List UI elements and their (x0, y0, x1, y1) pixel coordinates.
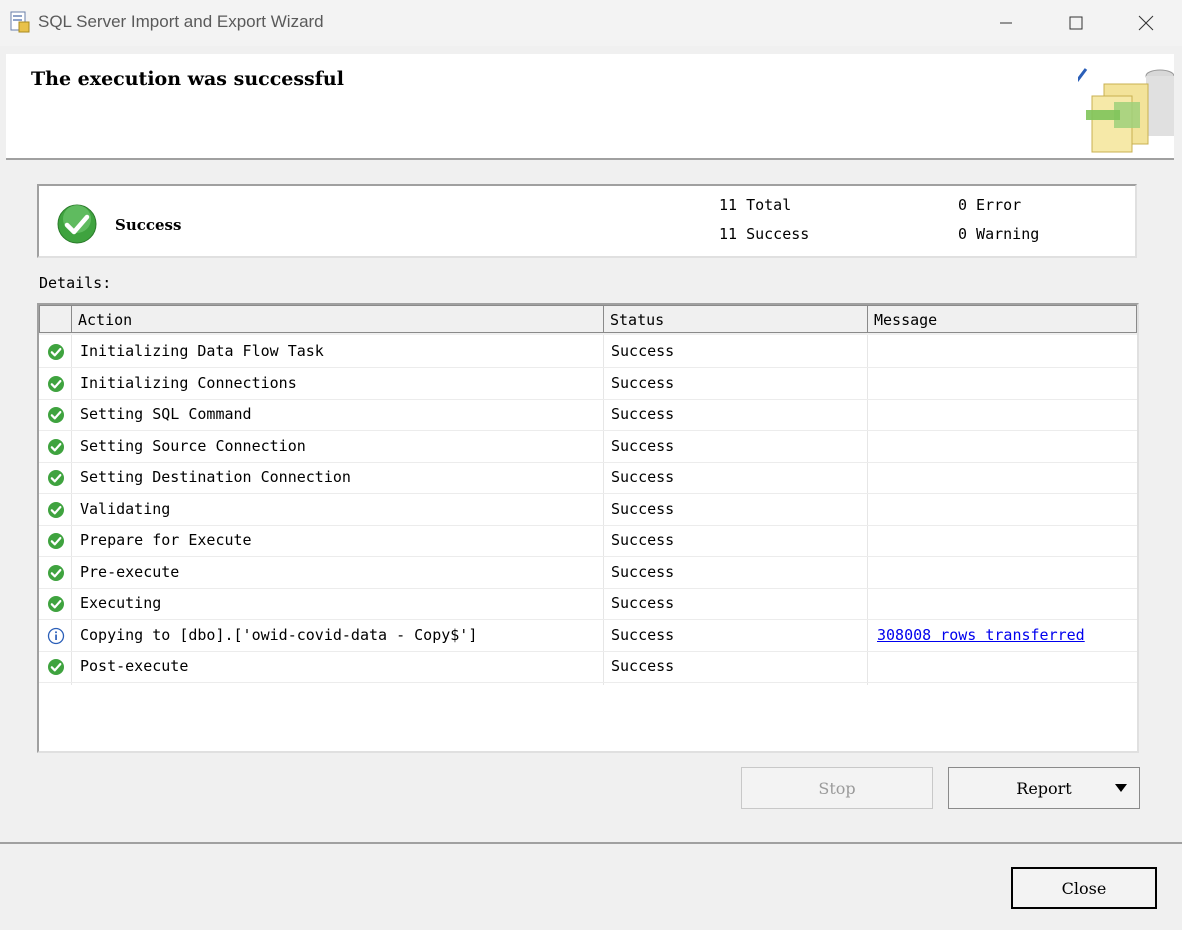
table-row[interactable]: Initializing Connections Success (39, 368, 1137, 400)
page-title: The execution was successful (31, 68, 344, 90)
success-icon (47, 406, 65, 424)
header-icon-column (39, 305, 72, 333)
summary-status: Success (115, 216, 182, 234)
wizard-header: The execution was successful (6, 54, 1174, 158)
success-icon (47, 343, 65, 361)
success-icon (47, 438, 65, 456)
warning-count: 0 Warning (958, 225, 1040, 243)
success-icon (47, 532, 65, 550)
status-cell: Success (611, 373, 675, 392)
success-icon (47, 375, 65, 393)
success-icon (47, 469, 65, 487)
maximize-button[interactable] (1041, 0, 1111, 46)
success-icon (47, 658, 65, 676)
action-cell: Executing (80, 594, 162, 612)
report-button-label: Report (1016, 778, 1072, 798)
title-bar: SQL Server Import and Export Wizard (0, 0, 1182, 46)
summary-panel: Success 11 Total 11 Success 0 Error 0 Wa… (37, 184, 1137, 258)
status-cell: Success (611, 657, 675, 675)
action-cell: Initializing Data Flow Task (80, 342, 324, 360)
table-row[interactable]: Copying to [dbo].['owid-covid-data - Cop… (39, 620, 1137, 652)
action-cell: Pre-execute (80, 562, 180, 581)
table-row[interactable]: Post-execute Success (39, 651, 1137, 683)
success-icon (47, 501, 65, 519)
status-cell: Success (611, 436, 675, 455)
table-row[interactable]: Prepare for Execute Success (39, 525, 1137, 557)
table-row[interactable]: Setting SQL Command Success (39, 399, 1137, 431)
status-cell: Success (611, 499, 675, 518)
column-header-status[interactable]: Status (603, 305, 868, 333)
column-header-action[interactable]: Action (71, 305, 604, 333)
success-icon (47, 595, 65, 613)
action-cell: Initializing Connections (80, 373, 297, 392)
success-count: 11 Success (719, 225, 810, 243)
window-title: SQL Server Import and Export Wizard (38, 12, 324, 31)
maximize-icon (1069, 16, 1083, 30)
table-row[interactable]: Initializing Data Flow Task Success (39, 336, 1137, 368)
action-cell: Copying to [dbo].['owid-covid-data - Cop… (80, 625, 478, 644)
footer-divider (0, 842, 1182, 844)
action-cell: Setting Destination Connection (80, 468, 351, 486)
minimize-icon (1000, 22, 1012, 24)
action-cell: Post-execute (80, 657, 189, 675)
dropdown-arrow-icon (1115, 784, 1127, 792)
report-button[interactable]: Report (948, 767, 1140, 809)
action-cell: Validating (80, 499, 171, 518)
info-icon (47, 627, 65, 645)
success-icon (47, 564, 65, 582)
total-count: 11 Total (719, 196, 792, 214)
details-grid[interactable]: Action Status Message Initializing Data … (37, 303, 1139, 753)
error-count: 0 Error (958, 196, 1022, 214)
database-transfer-icon (1078, 68, 1174, 153)
close-window-button[interactable] (1111, 0, 1181, 46)
grid-header: Action Status Message (39, 305, 1137, 335)
success-large-icon (57, 204, 97, 244)
status-cell: Success (611, 594, 675, 612)
action-cell: Prepare for Execute (80, 531, 252, 549)
table-row[interactable]: Setting Destination Connection Success (39, 462, 1137, 494)
status-cell: Success (611, 531, 675, 549)
column-header-message[interactable]: Message (867, 305, 1137, 333)
action-cell: Setting Source Connection (80, 436, 306, 455)
close-button[interactable]: Close (1011, 867, 1157, 909)
status-cell: Success (611, 405, 675, 423)
status-cell: Success (611, 342, 675, 360)
close-icon (1138, 15, 1154, 31)
action-cell: Setting SQL Command (80, 405, 252, 423)
wizard-app-icon (10, 11, 30, 33)
table-row[interactable]: Validating Success (39, 494, 1137, 526)
table-row[interactable]: Executing Success (39, 588, 1137, 620)
status-cell: Success (611, 468, 675, 486)
minimize-button[interactable] (971, 0, 1041, 46)
header-divider (6, 158, 1174, 160)
message-link[interactable]: 308008 rows transferred (877, 620, 1085, 651)
table-row[interactable]: Pre-execute Success (39, 557, 1137, 589)
stop-button[interactable]: Stop (741, 767, 933, 809)
table-row[interactable]: Setting Source Connection Success (39, 431, 1137, 463)
details-label: Details: (39, 274, 112, 292)
status-cell: Success (611, 625, 675, 644)
status-cell: Success (611, 562, 675, 581)
